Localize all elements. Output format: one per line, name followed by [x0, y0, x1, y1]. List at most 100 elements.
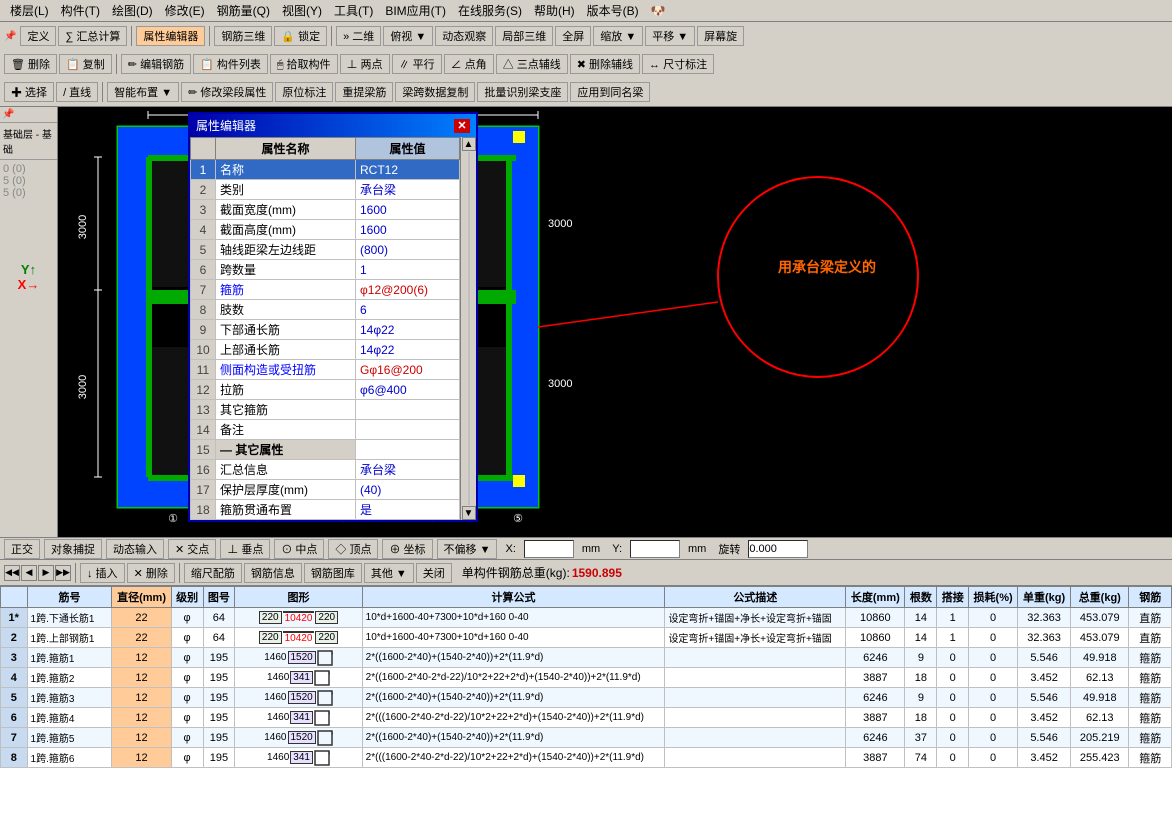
- btn-ortho[interactable]: 正交: [4, 539, 40, 559]
- btn-copy[interactable]: 📋 复制: [59, 54, 112, 74]
- btn-parallel[interactable]: ∥ 平行: [392, 54, 442, 74]
- btn-2d[interactable]: » 二维: [336, 26, 381, 46]
- scroll-up[interactable]: ▲: [462, 137, 476, 151]
- btn-pick-comp[interactable]: 🖱 拾取构件: [270, 54, 338, 74]
- attr-table-row[interactable]: 14备注: [191, 420, 460, 440]
- menu-version[interactable]: 版本号(B): [581, 2, 645, 19]
- btn-sum[interactable]: ∑ 汇总计算: [58, 26, 127, 46]
- attr-row-value[interactable]: 14φ22: [356, 320, 460, 340]
- attr-row-value[interactable]: 1600: [356, 220, 460, 240]
- btn-zoom[interactable]: 缩放 ▼: [593, 26, 643, 46]
- rebar-table-row[interactable]: 81跨.箍筋612φ195 1460 341 2*(((1600-2*40-2*…: [1, 748, 1172, 768]
- menu-rebar[interactable]: 钢筋量(Q): [211, 2, 276, 19]
- btn-delete[interactable]: 🗑 删除: [4, 54, 57, 74]
- attr-table-row[interactable]: 10上部通长筋14φ22: [191, 340, 460, 360]
- btn-perpendicular[interactable]: ⊥ 垂点: [220, 539, 270, 559]
- attr-table-row[interactable]: 7箍筋φ12@200(6): [191, 280, 460, 300]
- attr-table-row[interactable]: 6跨数量1: [191, 260, 460, 280]
- menu-online[interactable]: 在线服务(S): [452, 2, 528, 19]
- attr-table-row[interactable]: 2类别承台梁: [191, 180, 460, 200]
- attr-table-row[interactable]: 13其它箍筋: [191, 400, 460, 420]
- btn-edit-rebar[interactable]: ✏ 编辑钢筋: [121, 54, 191, 74]
- btn-scale-rebar[interactable]: 缩尺配筋: [184, 563, 242, 583]
- rebar-table-row[interactable]: 71跨.箍筋512φ195 1460 1520 2*((1600-2*40)+(…: [1, 728, 1172, 748]
- btn-top-view[interactable]: 俯视 ▼: [383, 26, 433, 46]
- btn-snap[interactable]: 对象捕捉: [44, 539, 102, 559]
- btn-attr-editor[interactable]: 属性编辑器: [136, 26, 205, 46]
- attr-row-value[interactable]: [356, 440, 460, 460]
- y-input[interactable]: [630, 540, 680, 558]
- dialog-title[interactable]: 属性编辑器 ✕: [190, 114, 476, 137]
- btn-comp-list[interactable]: 📋 构件列表: [193, 54, 268, 74]
- attr-table-row[interactable]: 5轴线距梁左边线距(800): [191, 240, 460, 260]
- rebar-table-row[interactable]: 51跨.箍筋312φ195 1460 1520 2*((1600-2*40)+(…: [1, 688, 1172, 708]
- attr-table-row[interactable]: 15— 其它属性: [191, 440, 460, 460]
- btn-three-point[interactable]: △ 三点辅线: [496, 54, 568, 74]
- btn-screen-rotate[interactable]: 屏幕旋: [697, 26, 744, 46]
- btn-midpoint[interactable]: ⊙ 中点: [274, 539, 324, 559]
- attr-row-value[interactable]: RCT12: [356, 160, 460, 180]
- menu-draw[interactable]: 绘图(D): [106, 2, 159, 19]
- btn-define[interactable]: 定义: [20, 26, 56, 46]
- attr-table-row[interactable]: 9下部通长筋14φ22: [191, 320, 460, 340]
- attr-row-value[interactable]: 承台梁: [356, 460, 460, 480]
- btn-re-extract[interactable]: 重提梁筋: [335, 82, 393, 102]
- btn-copy-span[interactable]: 梁跨数据复制: [395, 82, 475, 102]
- btn-del-row[interactable]: ✕ 删除: [127, 563, 175, 583]
- attr-row-value[interactable]: φ12@200(6): [356, 280, 460, 300]
- btn-batch-id[interactable]: 批量识别梁支座: [477, 82, 568, 102]
- dialog-scrollbar[interactable]: ▲ ▼: [460, 137, 476, 520]
- rebar-table-row[interactable]: 21跨.上部钢筋122φ64 220 10420 220 10*d+1600-4…: [1, 628, 1172, 648]
- btn-close[interactable]: 关闭: [416, 563, 452, 583]
- attr-row-value[interactable]: 承台梁: [356, 180, 460, 200]
- attr-row-value[interactable]: [356, 420, 460, 440]
- btn-select[interactable]: ✚ 选择: [4, 82, 54, 102]
- rebar-table-row[interactable]: 61跨.箍筋412φ195 1460 341 2*(((1600-2*40-2*…: [1, 708, 1172, 728]
- btn-dynamic-input[interactable]: 动态输入: [106, 539, 164, 559]
- attr-table-row[interactable]: 1名称RCT12: [191, 160, 460, 180]
- btn-point-angle[interactable]: ∠ 点角: [444, 54, 494, 74]
- btn-orig-note[interactable]: 原位标注: [275, 82, 333, 102]
- attr-table-row[interactable]: 11侧面构造或受扭筋Gφ16@200: [191, 360, 460, 380]
- btn-intersection[interactable]: ✕ 交点: [168, 539, 216, 559]
- btn-dim[interactable]: ↔ 尺寸标注: [642, 54, 714, 74]
- attr-table-row[interactable]: 8肢数6: [191, 300, 460, 320]
- btn-dynamic-obs[interactable]: 动态观察: [435, 26, 493, 46]
- btn-no-offset[interactable]: 不偏移 ▼: [437, 539, 498, 559]
- menu-help[interactable]: 帮助(H): [528, 2, 581, 19]
- btn-local-3d[interactable]: 局部三维: [495, 26, 553, 46]
- btn-lock[interactable]: 🔒 锁定: [274, 26, 327, 46]
- attr-row-value[interactable]: 14φ22: [356, 340, 460, 360]
- btn-del-aux[interactable]: ✖ 删除辅线: [570, 54, 640, 74]
- nav-next[interactable]: ▶: [38, 565, 54, 581]
- rebar-table-row[interactable]: 31跨.箍筋112φ195 1460 1520 2*((1600-2*40)+(…: [1, 648, 1172, 668]
- attr-row-value[interactable]: 1600: [356, 200, 460, 220]
- attr-row-value[interactable]: Gφ16@200: [356, 360, 460, 380]
- attr-table-row[interactable]: 16汇总信息承台梁: [191, 460, 460, 480]
- btn-line[interactable]: / 直线: [56, 82, 98, 102]
- menu-component[interactable]: 构件(T): [55, 2, 106, 19]
- btn-insert[interactable]: ↓ 插入: [80, 563, 125, 583]
- btn-coord[interactable]: ⊕ 坐标: [382, 539, 432, 559]
- attr-row-value[interactable]: φ6@400: [356, 380, 460, 400]
- attr-row-value[interactable]: (40): [356, 480, 460, 500]
- nav-last[interactable]: ▶▶: [55, 565, 71, 581]
- menu-layers[interactable]: 楼层(L): [4, 2, 55, 19]
- rebar-table-row[interactable]: 41跨.箍筋212φ195 1460 341 2*((1600-2*40-2*d…: [1, 668, 1172, 688]
- menu-view[interactable]: 视图(Y): [276, 2, 328, 19]
- attr-row-value[interactable]: [356, 400, 460, 420]
- attr-table-row[interactable]: 12拉筋φ6@400: [191, 380, 460, 400]
- rebar-table-row[interactable]: 1*1跨.下通长筋122φ64 220 10420 220 10*d+1600-…: [1, 608, 1172, 628]
- btn-vertex[interactable]: ◇ 顶点: [328, 539, 378, 559]
- btn-fullscreen[interactable]: 全屏: [555, 26, 591, 46]
- attr-row-value[interactable]: 1: [356, 260, 460, 280]
- x-input[interactable]: [524, 540, 574, 558]
- attr-row-value[interactable]: (800): [356, 240, 460, 260]
- attr-table-row[interactable]: 4截面高度(mm)1600: [191, 220, 460, 240]
- rebar-scroll[interactable]: 筋号 直径(mm) 级别 图号 图形 计算公式 公式描述 长度(mm) 根数 搭…: [0, 586, 1172, 829]
- attr-table-row[interactable]: 3截面宽度(mm)1600: [191, 200, 460, 220]
- scroll-down[interactable]: ▼: [462, 506, 476, 520]
- attr-row-value[interactable]: 6: [356, 300, 460, 320]
- menu-modify[interactable]: 修改(E): [159, 2, 211, 19]
- menu-tools[interactable]: 工具(T): [328, 2, 379, 19]
